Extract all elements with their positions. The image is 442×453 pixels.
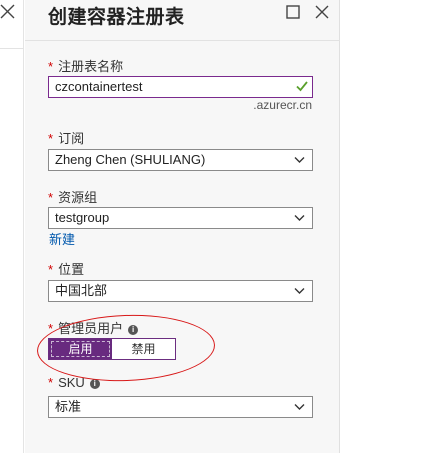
info-icon[interactable]: i <box>128 325 139 335</box>
required-marker: * <box>48 131 54 146</box>
admin-user-toggle: 启用 禁用 <box>48 338 176 360</box>
required-marker: * <box>48 321 54 336</box>
resource-group-label: * 资源组 <box>48 190 98 205</box>
disable-button[interactable]: 禁用 <box>112 339 175 359</box>
subscription-value: Zheng Chen (SHULIANG) <box>55 152 206 167</box>
chevron-down-icon <box>294 157 305 163</box>
divider <box>0 48 24 49</box>
domain-suffix: .azurecr.cn <box>253 98 312 112</box>
chevron-down-icon <box>294 288 305 294</box>
chevron-down-icon <box>294 215 305 221</box>
create-new-link[interactable]: 新建 <box>49 229 75 248</box>
close-icon[interactable] <box>0 4 16 20</box>
location-dropdown[interactable]: 中国北部 <box>48 280 313 302</box>
chevron-down-icon <box>294 404 305 410</box>
registry-name-value: czcontainertest <box>55 79 143 94</box>
required-marker: * <box>48 190 54 205</box>
create-registry-blade: 创建容器注册表 * 注册表名称 czcontainertest .azurecr.… <box>25 0 340 453</box>
required-marker: * <box>48 375 54 390</box>
location-label: * 位置 <box>48 262 85 277</box>
admin-user-label: * 管理员用户 i <box>48 318 139 337</box>
resource-group-value: testgroup <box>55 210 110 225</box>
info-icon[interactable]: i <box>89 379 100 389</box>
location-value: 中国北部 <box>55 283 108 298</box>
header-divider <box>25 40 340 41</box>
registry-name-label: * 注册表名称 <box>48 59 124 74</box>
close-icon[interactable] <box>315 5 329 19</box>
resource-group-dropdown[interactable]: testgroup <box>48 207 313 229</box>
subscription-dropdown[interactable]: Zheng Chen (SHULIANG) <box>48 149 313 171</box>
registry-name-input[interactable]: czcontainertest <box>48 76 313 98</box>
sku-value: 标准 <box>55 399 82 414</box>
check-icon <box>296 81 308 92</box>
sku-label: * SKU i <box>48 375 100 390</box>
background-panel <box>0 0 24 453</box>
maximize-icon[interactable] <box>286 5 300 19</box>
sku-dropdown[interactable]: 标准 <box>48 396 313 418</box>
enable-button[interactable]: 启用 <box>49 339 112 359</box>
blade-title: 创建容器注册表 <box>48 7 185 28</box>
subscription-label: * 订阅 <box>48 131 85 146</box>
required-marker: * <box>48 262 54 277</box>
required-marker: * <box>48 59 54 74</box>
